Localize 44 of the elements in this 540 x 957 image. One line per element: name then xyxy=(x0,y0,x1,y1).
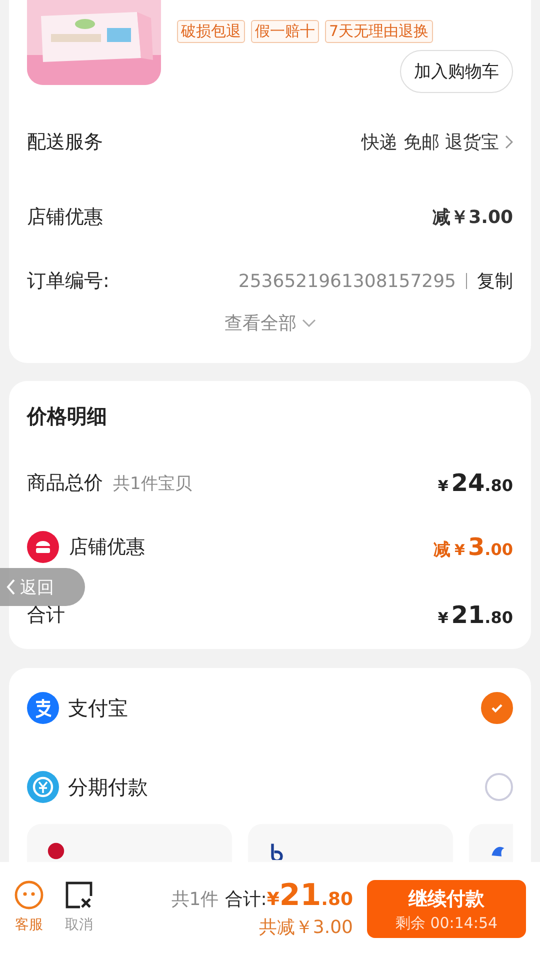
chevron-right-icon[interactable] xyxy=(505,135,513,149)
radio-button[interactable] xyxy=(485,773,513,801)
price-amount: ¥21.80 xyxy=(438,601,513,629)
price-label: 商品总价 xyxy=(27,471,103,496)
price-label: 店铺优惠 xyxy=(69,535,145,560)
smiley-face-icon[interactable] xyxy=(14,880,44,910)
cancel-icon[interactable] xyxy=(64,880,94,910)
payment-method-label[interactable]: 分期付款 xyxy=(68,774,485,800)
item-count: 共1件 xyxy=(171,888,219,911)
chevron-left-icon[interactable] xyxy=(6,578,16,596)
service-tag: 7天无理由退换 xyxy=(325,20,433,43)
bank-card-option[interactable] xyxy=(469,824,513,862)
alipay-icon xyxy=(27,692,59,724)
customer-service-label[interactable]: 客服 xyxy=(15,916,43,934)
cancel-label[interactable]: 取消 xyxy=(65,916,93,934)
add-to-cart-button[interactable]: 加入购物车 xyxy=(400,50,513,93)
continue-payment-button[interactable]: 继续付款 剩余 00:14:54 xyxy=(367,880,526,938)
payment-method-label[interactable]: 支付宝 xyxy=(68,694,481,722)
info-label: 店铺优惠 xyxy=(27,205,103,230)
shop-icon xyxy=(27,531,59,563)
bank-logo-icon xyxy=(268,842,286,860)
section-title: 价格明细 xyxy=(27,403,108,430)
radio-button[interactable] xyxy=(481,692,513,724)
info-value: 快递 免邮 退货宝 xyxy=(362,131,499,154)
info-label: 配送服务 xyxy=(27,130,103,155)
total-amount: ¥21.80 xyxy=(266,878,353,913)
back-button[interactable]: 返回 xyxy=(0,568,85,606)
bank-logo-icon xyxy=(47,842,65,860)
price-label: 合计 xyxy=(27,603,65,628)
item-count: 共1件宝贝 xyxy=(113,472,192,494)
price-amount: 减 ¥3.00 xyxy=(434,533,513,561)
view-all-link[interactable]: 查看全部 xyxy=(224,311,296,335)
copy-link[interactable]: 复制 xyxy=(477,269,513,293)
bank-card-option[interactable] xyxy=(27,824,232,862)
service-tag: 破损包退 xyxy=(177,20,245,43)
service-tag: 假一赔十 xyxy=(251,20,319,43)
installment-icon xyxy=(27,771,59,803)
price-amount: ¥24.80 xyxy=(438,469,513,497)
info-value: 2536521961308157295 xyxy=(238,270,456,292)
info-label: 订单编号: xyxy=(27,269,110,294)
chevron-down-icon[interactable] xyxy=(302,319,316,327)
total-label: 合计: xyxy=(224,888,267,911)
discount-total: 共减￥3.00 xyxy=(258,916,353,939)
info-value: 减￥3.00 xyxy=(432,206,513,229)
